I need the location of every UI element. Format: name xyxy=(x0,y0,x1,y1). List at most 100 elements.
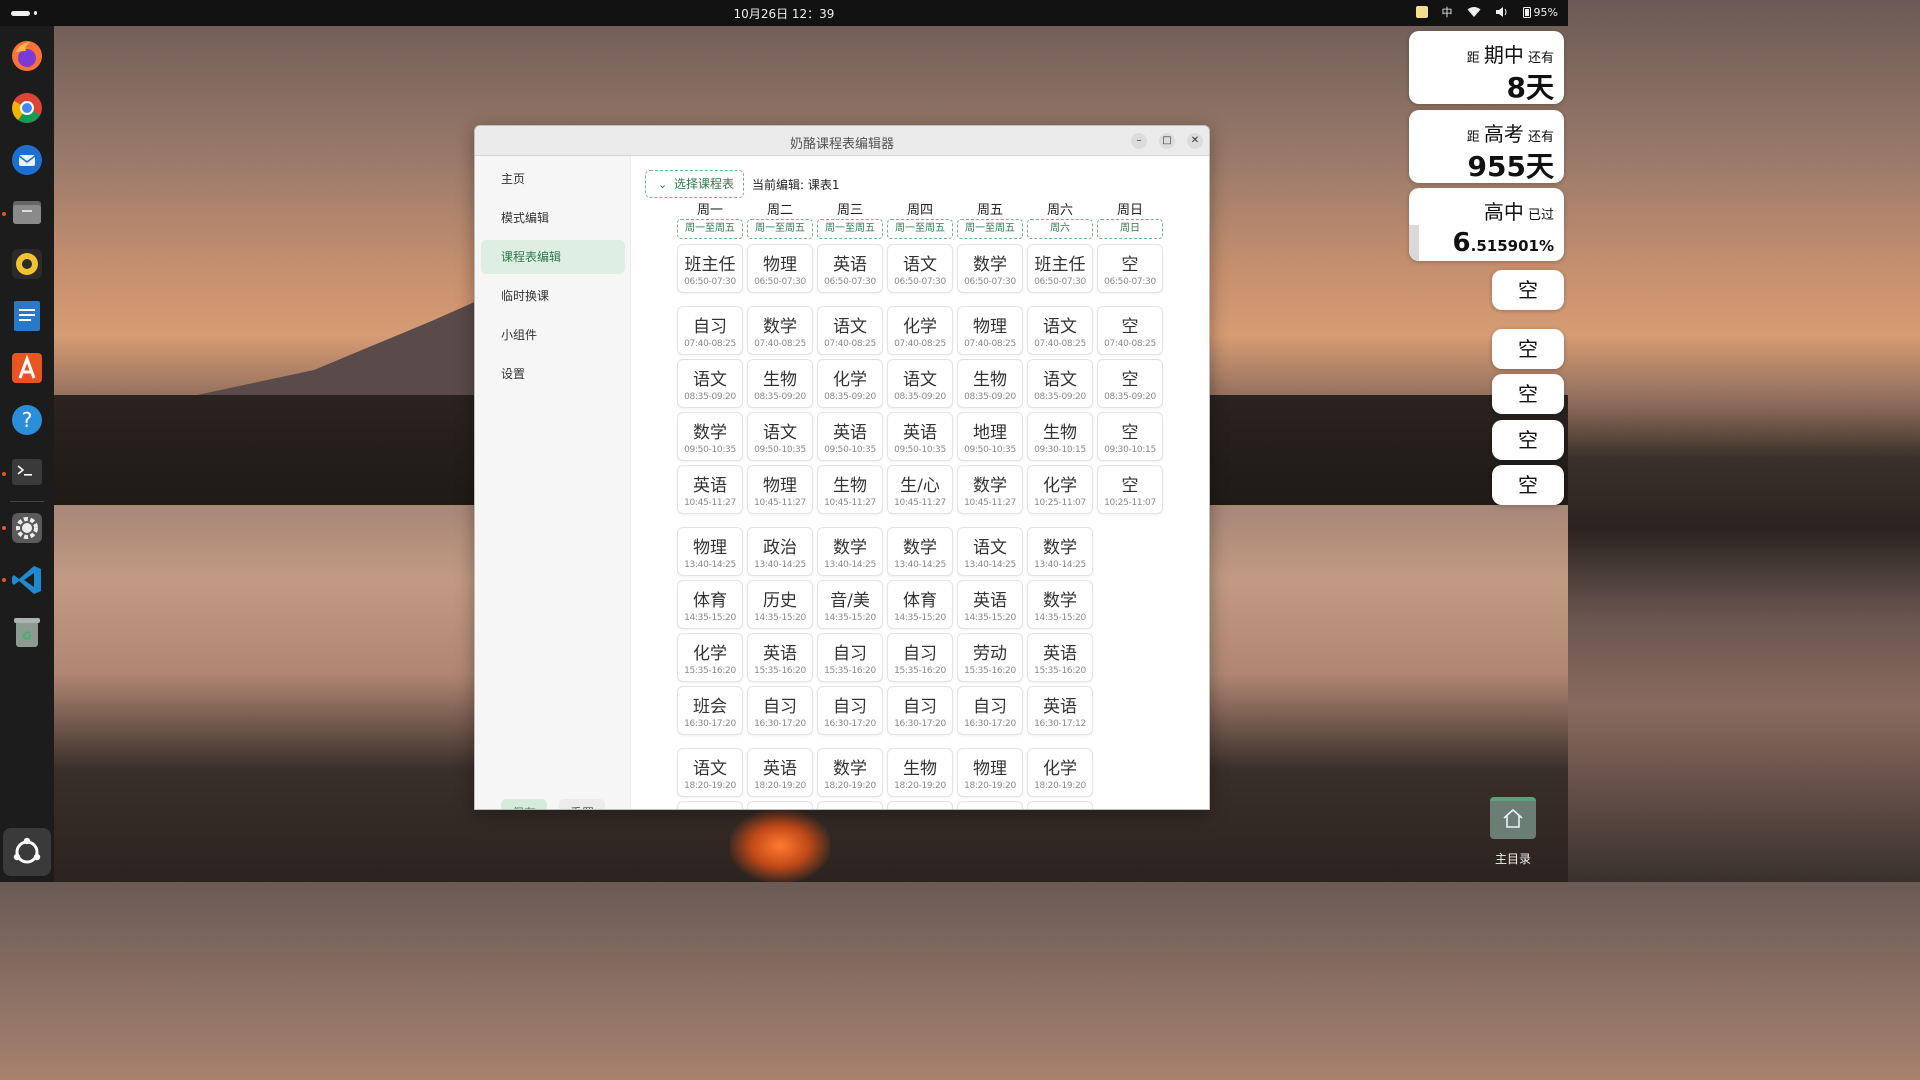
schedule-cell[interactable]: 数学 18:20-19:20 xyxy=(817,748,883,797)
schedule-cell[interactable]: 空 10:25-11:07 xyxy=(1097,465,1163,514)
schedule-cell[interactable]: 语文 07:40-08:25 xyxy=(1027,306,1093,355)
schedule-cell[interactable]: 英语 15:35-16:20 xyxy=(1027,633,1093,682)
maximize-button[interactable]: □ xyxy=(1159,133,1175,149)
schedule-cell[interactable]: 英语 16:30-17:12 xyxy=(1027,686,1093,735)
schedule-cell[interactable]: 数学 07:40-08:25 xyxy=(747,306,813,355)
schedule-cell[interactable]: 化学 08:35-09:20 xyxy=(817,359,883,408)
day-mode-tag[interactable]: 周一至周五 xyxy=(957,219,1023,239)
schedule-cell[interactable]: 自习 07:40-08:25 xyxy=(677,306,743,355)
schedule-cell[interactable]: 英语 10:45-11:27 xyxy=(677,465,743,514)
day-mode-tag[interactable]: 周一至周五 xyxy=(887,219,953,239)
schedule-cell[interactable]: 数学 10:45-11:27 xyxy=(957,465,1023,514)
schedule-cell[interactable]: 自习 16:30-17:20 xyxy=(817,686,883,735)
vscode-icon[interactable] xyxy=(8,561,46,599)
minimize-button[interactable]: – xyxy=(1131,133,1147,149)
schedule-cell-partial[interactable] xyxy=(817,801,883,809)
schedule-cell[interactable]: 英语 06:50-07:30 xyxy=(817,244,883,293)
schedule-cell[interactable]: 数学 13:40-14:25 xyxy=(1027,527,1093,576)
schedule-cell[interactable]: 语文 08:35-09:20 xyxy=(677,359,743,408)
schedule-cell[interactable]: 空 06:50-07:30 xyxy=(1097,244,1163,293)
schedule-cell[interactable]: 语文 18:20-19:20 xyxy=(677,748,743,797)
chrome-icon[interactable] xyxy=(8,89,46,127)
reset-button[interactable]: 重置 xyxy=(559,799,605,809)
firefox-icon[interactable] xyxy=(8,37,46,75)
schedule-cell[interactable]: 物理 07:40-08:25 xyxy=(957,306,1023,355)
schedule-cell[interactable]: 政治 13:40-14:25 xyxy=(747,527,813,576)
schedule-cell[interactable]: 地理 09:50-10:35 xyxy=(957,412,1023,461)
schedule-cell[interactable]: 语文 07:40-08:25 xyxy=(817,306,883,355)
schedule-cell[interactable]: 物理 18:20-19:20 xyxy=(957,748,1023,797)
files-icon[interactable] xyxy=(8,193,46,231)
schedule-cell[interactable]: 语文 13:40-14:25 xyxy=(957,527,1023,576)
schedule-cell-partial[interactable] xyxy=(957,801,1023,809)
day-mode-tag[interactable]: 周一至周五 xyxy=(817,219,883,239)
schedule-cell[interactable]: 物理 10:45-11:27 xyxy=(747,465,813,514)
schedule-cell[interactable]: 自习 16:30-17:20 xyxy=(887,686,953,735)
home-folder-label[interactable]: 主目录 xyxy=(1480,850,1546,867)
nav-home[interactable]: 主页 xyxy=(481,162,625,196)
schedule-cell[interactable]: 生物 10:45-11:27 xyxy=(817,465,883,514)
schedule-cell[interactable]: 化学 10:25-11:07 xyxy=(1027,465,1093,514)
thunderbird-icon[interactable] xyxy=(8,141,46,179)
schedule-cell[interactable]: 历史 14:35-15:20 xyxy=(747,580,813,629)
schedule-cell-partial[interactable] xyxy=(747,801,813,809)
schedule-cell-partial[interactable] xyxy=(887,801,953,809)
trash-icon[interactable]: ♻ xyxy=(8,613,46,651)
schedule-cell[interactable]: 班主任 06:50-07:30 xyxy=(677,244,743,293)
schedule-cell[interactable]: 音/美 14:35-15:20 xyxy=(817,580,883,629)
schedule-cell[interactable]: 生物 08:35-09:20 xyxy=(747,359,813,408)
schedule-cell[interactable]: 自习 16:30-17:20 xyxy=(957,686,1023,735)
schedule-cell-partial[interactable] xyxy=(677,801,743,809)
schedule-cell[interactable]: 物理 06:50-07:30 xyxy=(747,244,813,293)
day-mode-tag[interactable]: 周一至周五 xyxy=(747,219,813,239)
schedule-cell[interactable]: 自习 15:35-16:20 xyxy=(887,633,953,682)
schedule-cell[interactable]: 英语 18:20-19:20 xyxy=(747,748,813,797)
schedule-cell[interactable]: 数学 09:50-10:35 xyxy=(677,412,743,461)
battery-indicator[interactable]: 95% xyxy=(1522,6,1558,19)
schedule-cell[interactable]: 数学 13:40-14:25 xyxy=(817,527,883,576)
schedule-cell[interactable]: 体育 14:35-15:20 xyxy=(677,580,743,629)
schedule-cell[interactable]: 语文 08:35-09:20 xyxy=(1027,359,1093,408)
nav-settings[interactable]: 设置 xyxy=(481,357,625,391)
volume-icon[interactable] xyxy=(1495,5,1509,19)
nav-widgets[interactable]: 小组件 xyxy=(481,318,625,352)
schedule-cell[interactable]: 空 07:40-08:25 xyxy=(1097,306,1163,355)
schedule-cell[interactable]: 劳动 15:35-16:20 xyxy=(957,633,1023,682)
day-mode-tag[interactable]: 周六 xyxy=(1027,219,1093,239)
schedule-cell[interactable]: 空 09:30-10:15 xyxy=(1097,412,1163,461)
settings-icon[interactable] xyxy=(8,509,46,547)
schedule-cell-partial[interactable] xyxy=(1027,801,1093,809)
app-indicator-icon[interactable] xyxy=(1415,6,1428,18)
writer-icon[interactable] xyxy=(8,297,46,335)
schedule-cell[interactable]: 生物 08:35-09:20 xyxy=(957,359,1023,408)
schedule-cell[interactable]: 生物 09:30-10:15 xyxy=(1027,412,1093,461)
system-tray[interactable]: 中 95% xyxy=(1415,4,1558,20)
rhythmbox-icon[interactable] xyxy=(8,245,46,283)
day-mode-tag[interactable]: 周日 xyxy=(1097,219,1163,239)
schedule-cell[interactable]: 班主任 06:50-07:30 xyxy=(1027,244,1093,293)
schedule-cell[interactable]: 体育 14:35-15:20 xyxy=(887,580,953,629)
schedule-cell[interactable]: 班会 16:30-17:20 xyxy=(677,686,743,735)
schedule-cell[interactable]: 生物 18:20-19:20 xyxy=(887,748,953,797)
schedule-cell[interactable]: 英语 09:50-10:35 xyxy=(887,412,953,461)
nav-mode-edit[interactable]: 模式编辑 xyxy=(481,201,625,235)
select-schedule-button[interactable]: ⌄ 选择课程表 xyxy=(645,170,744,198)
schedule-cell[interactable]: 数学 06:50-07:30 xyxy=(957,244,1023,293)
schedule-cell[interactable]: 数学 13:40-14:25 xyxy=(887,527,953,576)
schedule-cell[interactable]: 化学 15:35-16:20 xyxy=(677,633,743,682)
home-folder-icon[interactable] xyxy=(1490,797,1536,839)
schedule-cell[interactable]: 英语 15:35-16:20 xyxy=(747,633,813,682)
nav-schedule-edit[interactable]: 课程表编辑 xyxy=(481,240,625,274)
titlebar[interactable]: 奶酪课程表编辑器 – □ ✕ xyxy=(475,126,1209,156)
schedule-cell[interactable]: 空 08:35-09:20 xyxy=(1097,359,1163,408)
schedule-cell[interactable]: 语文 09:50-10:35 xyxy=(747,412,813,461)
schedule-cell[interactable]: 数学 14:35-15:20 xyxy=(1027,580,1093,629)
nav-temp-swap[interactable]: 临时换课 xyxy=(481,279,625,313)
schedule-cell[interactable]: 生/心 10:45-11:27 xyxy=(887,465,953,514)
terminal-icon[interactable] xyxy=(8,453,46,491)
close-button[interactable]: ✕ xyxy=(1187,133,1203,149)
schedule-cell[interactable]: 语文 08:35-09:20 xyxy=(887,359,953,408)
help-icon[interactable]: ? xyxy=(8,401,46,439)
day-mode-tag[interactable]: 周一至周五 xyxy=(677,219,743,239)
schedule-cell[interactable]: 自习 15:35-16:20 xyxy=(817,633,883,682)
